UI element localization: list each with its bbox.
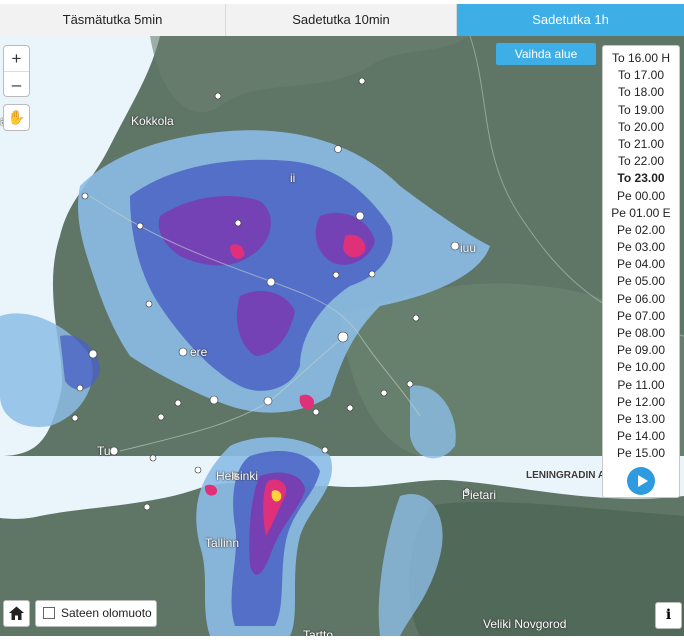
map-label-joensuu: iuu — [460, 241, 477, 255]
play-icon — [638, 475, 648, 487]
time-item[interactable]: Pe 08.00 — [603, 325, 679, 342]
time-item[interactable]: To 16.00 H — [603, 50, 679, 67]
map-label-leningrad-oblast: LENINGRADIN A — [526, 470, 606, 481]
radar-tabs: Täsmätutka 5min Sadetutka 10min Sadetutk… — [0, 4, 684, 36]
info-button[interactable]: i — [655, 602, 682, 629]
map-label-veliki-novgorod: Veliki Novgorod — [483, 617, 567, 631]
time-item[interactable]: Pe 12.00 — [603, 394, 679, 411]
zoom-out-button[interactable]: – — [4, 72, 29, 97]
time-item[interactable]: Pe 06.00 — [603, 291, 679, 308]
hand-icon: ✋ — [7, 109, 26, 125]
time-item[interactable]: Pe 05.00 — [603, 273, 679, 290]
time-item[interactable]: To 19.00 — [603, 102, 679, 119]
time-item[interactable]: Pe 10.00 — [603, 359, 679, 376]
radar-map[interactable]: aasa Kokkola iuu ere ii Tu Helsinki Piet… — [0, 36, 684, 636]
map-label-tallinn: Tallinn — [205, 536, 240, 550]
zoom-control: + – — [3, 45, 30, 97]
home-button[interactable] — [3, 600, 30, 627]
time-item[interactable]: To 18.00 — [603, 84, 679, 101]
precip-type-toggle[interactable]: Sateen olomuoto — [35, 600, 157, 627]
map-label-turku: Tu — [97, 444, 111, 458]
tab-sadetutka-1h[interactable]: Sadetutka 1h — [457, 4, 684, 36]
precip-type-label: Sateen olomuoto — [61, 606, 152, 620]
map-canvas — [0, 36, 684, 636]
time-item[interactable]: To 20.00 — [603, 119, 679, 136]
pan-button[interactable]: ✋ — [3, 104, 30, 131]
time-item[interactable]: To 22.00 — [603, 153, 679, 170]
change-region-button[interactable]: Vaihda alue — [496, 43, 596, 65]
time-item[interactable]: Pe 04.00 — [603, 256, 679, 273]
tab-tasmatutka-5min[interactable]: Täsmätutka 5min — [0, 4, 226, 36]
map-label-pietari: Pietari — [462, 488, 497, 502]
play-button[interactable] — [627, 467, 655, 495]
time-item[interactable]: Pe 00.00 — [603, 188, 679, 205]
time-item[interactable]: Pe 15.00 — [603, 445, 679, 462]
time-item[interactable]: Pe 13.00 — [603, 411, 679, 428]
home-icon — [9, 606, 24, 620]
time-item[interactable]: Pe 09.00 — [603, 342, 679, 359]
time-item[interactable]: Pe 02.00 — [603, 222, 679, 239]
time-item-current[interactable]: To 23.00 — [603, 170, 679, 187]
map-label-tampere: ere — [190, 345, 208, 359]
time-item[interactable]: Pe 07.00 — [603, 308, 679, 325]
tab-sadetutka-10min[interactable]: Sadetutka 10min — [226, 4, 457, 36]
time-item[interactable]: Pe 14.00 — [603, 428, 679, 445]
time-item[interactable]: Pe 01.00 E — [603, 205, 679, 222]
time-item[interactable]: To 21.00 — [603, 136, 679, 153]
time-item[interactable]: Pe 03.00 — [603, 239, 679, 256]
map-label-kokkola: Kokkola — [131, 114, 174, 128]
map-label-tartto: Tartto — [303, 628, 334, 636]
map-label-kuopio: ii — [290, 171, 296, 185]
time-list: To 16.00 H To 17.00 To 18.00 To 19.00 To… — [602, 45, 680, 498]
zoom-in-button[interactable]: + — [4, 46, 29, 72]
time-item[interactable]: To 17.00 — [603, 67, 679, 84]
map-label-helsinki: Helsinki — [216, 469, 259, 483]
precip-type-checkbox[interactable] — [43, 607, 55, 619]
time-item[interactable]: Pe 11.00 — [603, 377, 679, 394]
